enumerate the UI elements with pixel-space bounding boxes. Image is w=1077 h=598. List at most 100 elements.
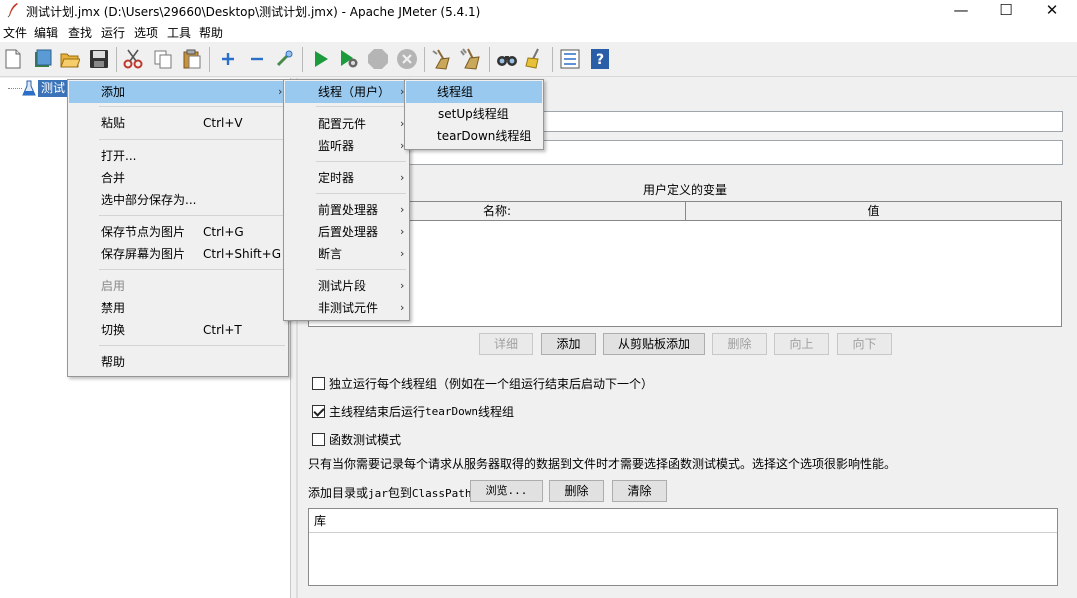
menu-item-enable[interactable]: 启用	[69, 275, 287, 297]
move-up-button[interactable]: 向上	[774, 333, 829, 355]
close-button[interactable]: ✕	[1029, 0, 1075, 22]
menu-item-label: 添加	[101, 85, 126, 99]
menu-item-post-processor[interactable]: 后置处理器 ›	[285, 221, 408, 243]
menu-tools[interactable]: 工具	[167, 24, 191, 41]
submenu-arrow-icon: ›	[400, 203, 405, 216]
menu-item-shortcut: Ctrl+T	[203, 323, 242, 337]
menu-item-disable[interactable]: 禁用	[69, 297, 287, 319]
teardown-on-shutdown-option[interactable]: 主线程结束后运行 tearDown 线程组	[312, 403, 514, 420]
toolbar-separator	[209, 47, 210, 72]
menu-run[interactable]: 运行	[101, 24, 125, 41]
tree-connector	[8, 88, 22, 89]
serialize-checkbox[interactable]	[312, 377, 325, 390]
paste-icon[interactable]	[181, 48, 203, 70]
menu-item-toggle[interactable]: 切换 Ctrl+T	[69, 319, 287, 341]
open-icon[interactable]	[59, 48, 81, 70]
menu-file[interactable]: 文件	[3, 24, 27, 41]
menu-item-pre-processor[interactable]: 前置处理器 ›	[285, 199, 408, 221]
search-icon[interactable]	[496, 48, 518, 70]
templates-icon[interactable]	[32, 48, 54, 70]
menu-edit[interactable]: 编辑	[34, 24, 58, 41]
menu-item-assertion[interactable]: 断言 ›	[285, 243, 408, 265]
browse-button[interactable]: 浏览...	[470, 480, 543, 502]
menu-item-save-screen-as-image[interactable]: 保存屏幕为图片 Ctrl+Shift+G	[69, 243, 287, 265]
menu-item-test-fragment[interactable]: 测试片段 ›	[285, 275, 408, 297]
menu-item-add[interactable]: 添加 ›	[69, 81, 287, 103]
detail-button[interactable]: 详细	[479, 333, 533, 355]
menu-item-paste[interactable]: 粘贴 Ctrl+V	[69, 112, 287, 134]
submenu-arrow-icon: ›	[400, 247, 405, 260]
menu-item-non-test-element[interactable]: 非测试元件 ›	[285, 297, 408, 319]
submenu-arrow-icon: ›	[400, 171, 405, 184]
functional-mode-option[interactable]: 函数测试模式	[312, 431, 401, 448]
menu-separator	[99, 215, 285, 216]
menu-item-label: 禁用	[101, 301, 126, 315]
library-list[interactable]: 库	[308, 508, 1058, 586]
menu-item-teardown-thread-group[interactable]: tearDown线程组	[406, 125, 542, 147]
menu-item-thread-group[interactable]: 线程组	[406, 81, 542, 103]
maximize-button[interactable]: ☐	[983, 0, 1029, 22]
jmeter-feather-icon	[6, 2, 20, 18]
menu-item-merge[interactable]: 合并	[69, 167, 287, 189]
menu-item-save-node-as-image[interactable]: 保存节点为图片 Ctrl+G	[69, 221, 287, 243]
menu-item-shortcut: Ctrl+Shift+G	[203, 247, 282, 261]
menu-help[interactable]: 帮助	[199, 24, 223, 41]
table-header: 名称: 值	[309, 202, 1061, 221]
save-icon[interactable]	[88, 48, 110, 70]
copy-icon[interactable]	[152, 48, 174, 70]
clear-icon[interactable]	[431, 48, 453, 70]
menu-separator	[316, 269, 406, 270]
menu-item-label: 切换	[101, 323, 126, 337]
menu-item-label: 保存节点为图片	[101, 225, 186, 239]
menu-search[interactable]: 查找	[68, 24, 92, 41]
stop-icon[interactable]	[367, 48, 389, 70]
expand-icon[interactable]	[217, 48, 239, 70]
help-icon[interactable]: ?	[589, 48, 611, 70]
menu-item-label: 监听器	[318, 139, 355, 153]
collapse-icon[interactable]	[246, 48, 268, 70]
menu-item-save-selection-as[interactable]: 选中部分保存为...	[69, 189, 287, 211]
toggle-icon[interactable]	[274, 48, 296, 70]
menu-item-open[interactable]: 打开...	[69, 145, 287, 167]
shutdown-icon[interactable]	[396, 48, 418, 70]
threads-submenu: 线程组 setUp线程组 tearDown线程组	[404, 79, 544, 150]
classpath-label-prefix: 添加目录或	[308, 486, 369, 500]
start-no-pause-icon[interactable]	[338, 48, 360, 70]
classpath-label-jar: jar	[368, 487, 388, 500]
menu-item-label: 保存屏幕为图片	[101, 247, 186, 261]
cut-icon[interactable]	[122, 48, 144, 70]
svg-text:?: ?	[596, 52, 604, 68]
menu-item-label: 前置处理器	[318, 203, 379, 217]
menu-item-label: 线程组	[437, 85, 474, 99]
column-value-header[interactable]: 值	[686, 202, 1061, 221]
tree-node-test-plan[interactable]: 测试	[38, 80, 69, 97]
toolbar-separator	[302, 47, 303, 72]
menu-item-listener[interactable]: 监听器 ›	[285, 135, 408, 157]
toolbar-separator	[552, 47, 553, 72]
serialize-threadgroups-option[interactable]: 独立运行每个线程组（例如在一个组运行结束后启动下一个）	[312, 375, 653, 392]
add-from-clipboard-button[interactable]: 从剪贴板添加	[603, 333, 705, 355]
clear-all-icon[interactable]	[460, 48, 482, 70]
delete-variable-button[interactable]: 删除	[712, 333, 767, 355]
menu-item-setup-thread-group[interactable]: setUp线程组	[406, 103, 542, 125]
functional-mode-checkbox[interactable]	[312, 433, 325, 446]
menu-item-label: 定时器	[318, 171, 355, 185]
menu-item-help[interactable]: 帮助	[69, 351, 287, 373]
start-icon[interactable]	[310, 48, 332, 70]
reset-search-icon[interactable]	[524, 48, 546, 70]
menu-item-threads[interactable]: 线程（用户） ›	[285, 81, 408, 103]
move-down-button[interactable]: 向下	[837, 333, 892, 355]
menu-item-config-element[interactable]: 配置元件 ›	[285, 113, 408, 135]
toolbar-separator	[116, 47, 117, 72]
teardown-checkbox[interactable]	[312, 405, 325, 418]
user-defined-variables-table[interactable]: 名称: 值	[308, 201, 1062, 327]
delete-classpath-button[interactable]: 删除	[549, 480, 604, 502]
minimize-button[interactable]: —	[938, 0, 984, 22]
menu-options[interactable]: 选项	[134, 24, 158, 41]
menu-item-timer[interactable]: 定时器 ›	[285, 167, 408, 189]
new-icon[interactable]	[2, 48, 24, 70]
clear-classpath-button[interactable]: 清除	[612, 480, 667, 502]
menu-item-label: setUp线程组	[438, 107, 509, 121]
add-variable-button[interactable]: 添加	[541, 333, 596, 355]
function-helper-icon[interactable]	[559, 48, 581, 70]
